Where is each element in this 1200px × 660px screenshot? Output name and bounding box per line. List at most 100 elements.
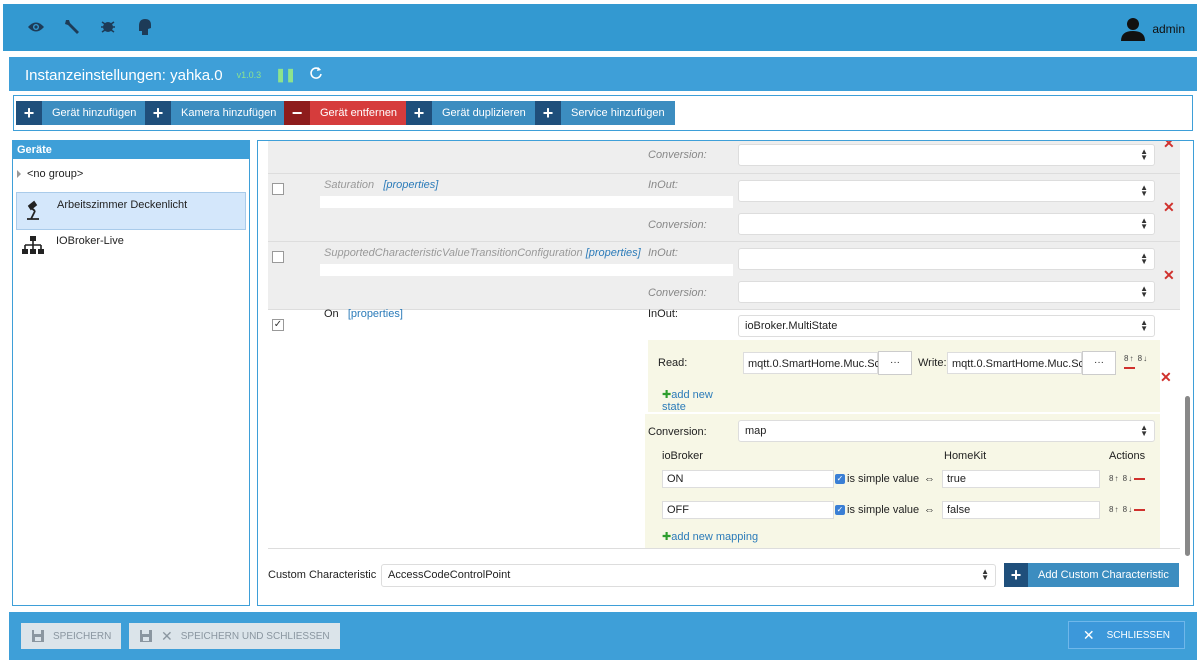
add-custom-characteristic-button[interactable]: + Add Custom Characteristic (1004, 563, 1179, 587)
remove-char-icon[interactable]: ✕ (1163, 199, 1175, 216)
saturation-name-input[interactable] (320, 196, 733, 208)
properties-link[interactable]: [properties] (348, 308, 403, 320)
simple-value-checkbox[interactable]: ✓ is simple value (835, 504, 919, 516)
plus-icon: + (406, 101, 432, 125)
on-checkbox[interactable]: ✓ (272, 319, 284, 331)
char-name: On (324, 308, 339, 320)
wrench-icon[interactable] (61, 16, 83, 38)
conversion-label: Conversion: (648, 287, 707, 299)
plus-icon: + (535, 101, 561, 125)
desk-lamp-icon (27, 200, 39, 220)
close-label: Schliessen (1106, 629, 1170, 641)
page-title: Instanzeinstellungen: yahka.0 (25, 66, 223, 84)
bug-icon[interactable] (97, 16, 119, 38)
duplicate-device-label: Gerät duplizieren (442, 107, 526, 119)
device-item-iobroker-live[interactable]: IOBroker-Live (16, 229, 246, 267)
char-name: SupportedCharacteristicValueTransitionCo… (324, 247, 583, 259)
add-service-label: Service hinzufügen (571, 107, 665, 119)
add-custom-label: Add Custom Characteristic (1038, 569, 1169, 581)
mapping-homekit-input[interactable]: false (942, 501, 1100, 519)
remove-device-label: Gerät entfernen (320, 107, 398, 119)
add-new-mapping-link[interactable]: ✚add new mapping (662, 530, 758, 543)
write-browse-button[interactable]: ··· (1082, 351, 1116, 375)
remove-mapping-icon[interactable] (1134, 509, 1145, 511)
write-label: Write: (918, 357, 947, 369)
device-list-panel: Geräte <no group> Arbeitszimmer Deckenli… (12, 140, 250, 606)
device-list-header: Geräte (13, 141, 249, 159)
floppy-icon (140, 630, 152, 642)
divider (268, 309, 1180, 310)
save-close-label: Speichern und schliessen (180, 630, 330, 642)
close-icon: ✕ (161, 627, 173, 644)
saturation-checkbox[interactable] (272, 183, 284, 195)
remove-state-icon[interactable] (1124, 367, 1135, 369)
reorder-icon[interactable]: 8↑ 8↓ (1109, 505, 1133, 514)
char-name-supported-transition: SupportedCharacteristicValueTransitionCo… (324, 247, 641, 259)
mapping-iobroker-input[interactable]: ON (662, 470, 834, 488)
on-inout-select[interactable]: ioBroker.MultiState ▲ ▼ (738, 315, 1155, 337)
scrollbar-thumb[interactable] (1185, 396, 1190, 556)
pause-icon[interactable]: ❚❚ (275, 67, 296, 83)
group-no-group[interactable]: <no group> (17, 168, 83, 180)
save-label: Speichern (53, 630, 112, 642)
mapping-homekit-input[interactable]: true (942, 470, 1100, 488)
write-input[interactable]: mqtt.0.SmartHome.Muc.Sc (947, 352, 1084, 374)
properties-link[interactable]: [properties] (586, 247, 641, 259)
maps-to-icon: ⇔ (924, 473, 935, 485)
conversion-select[interactable]: ▲ ▼ (738, 213, 1155, 235)
group-label: <no group> (27, 168, 84, 180)
simple-value-checkbox[interactable]: ✓ is simple value (835, 473, 919, 485)
remove-device-button[interactable]: − Gerät entfernen (284, 101, 408, 125)
conversion-select[interactable]: ▲ ▼ (738, 281, 1155, 303)
maps-to-icon: ⇔ (924, 504, 935, 516)
reorder-icon[interactable]: 8↑ 8↓ (1124, 354, 1148, 363)
inout-select[interactable]: ▲ ▼ (738, 248, 1155, 270)
custom-characteristic-select[interactable]: AccessCodeControlPoint ▲ ▼ (381, 564, 996, 587)
add-camera-button[interactable]: + Kamera hinzufügen (145, 101, 287, 125)
conversion-label: Conversion: (648, 426, 707, 438)
network-icon (22, 236, 44, 254)
remove-char-icon[interactable]: ✕ (1163, 267, 1175, 284)
inout-label: InOut: (648, 247, 678, 259)
inout-select[interactable]: ▲ ▼ (738, 180, 1155, 202)
user-menu[interactable]: admin (1120, 16, 1185, 42)
device-label: Arbeitszimmer Deckenlicht (57, 199, 188, 211)
expand-caret-icon[interactable] (17, 170, 21, 178)
reload-icon[interactable] (309, 66, 323, 84)
save-and-close-button[interactable]: ✕ Speichern und schliessen (129, 623, 340, 649)
add-new-state-link[interactable]: ✚add new state (662, 388, 713, 413)
mapping-iobroker-input[interactable]: OFF (662, 501, 834, 519)
head-icon[interactable] (133, 16, 155, 38)
duplicate-device-button[interactable]: + Gerät duplizieren (406, 101, 536, 125)
properties-link[interactable]: [properties] (383, 179, 438, 191)
conversion-select[interactable]: map ▲ ▼ (738, 420, 1155, 442)
plus-icon: ✚ (662, 389, 672, 401)
add-service-button[interactable]: + Service hinzufügen (535, 101, 675, 125)
conversion-select[interactable]: ▲ ▼ (738, 144, 1155, 166)
close-button[interactable]: ✕ Schliessen (1067, 621, 1185, 649)
eye-icon[interactable] (25, 16, 47, 38)
map-header-actions: Actions (1109, 450, 1146, 462)
simple-value-label: is simple value (847, 504, 920, 516)
minus-icon: − (284, 101, 310, 125)
dialog-title: Instanzeinstellungen: yahka.0 v1.0.3 ❚❚ (25, 66, 323, 84)
remove-mapping-icon[interactable] (1134, 478, 1145, 480)
add-device-button[interactable]: + Gerät hinzufügen (16, 101, 147, 125)
divider (268, 548, 1180, 549)
select-value: AccessCodeControlPoint (388, 569, 511, 581)
remove-char-icon[interactable]: ✕ (1160, 369, 1172, 386)
reorder-icon[interactable]: 8↑ 8↓ (1109, 474, 1133, 483)
save-button[interactable]: Speichern (21, 623, 122, 649)
supported-transition-checkbox[interactable] (272, 251, 284, 263)
device-item-arbeitszimmer[interactable]: Arbeitszimmer Deckenlicht (16, 192, 246, 230)
read-browse-button[interactable]: ··· (878, 351, 912, 375)
conversion-label: Conversion: (648, 149, 707, 161)
remove-char-icon[interactable]: ✕ (1163, 141, 1175, 152)
read-input[interactable]: mqtt.0.SmartHome.Muc.Sc (743, 352, 880, 374)
plus-icon: + (145, 101, 171, 125)
add-state-text: add new (671, 389, 713, 401)
device-toolbar: + Gerät hinzufügen + Kamera hinzufügen −… (13, 95, 1193, 131)
char-name: Saturation (324, 179, 375, 191)
char-name-on: On [properties] (324, 308, 403, 320)
supported-transition-name-input[interactable] (320, 264, 733, 276)
